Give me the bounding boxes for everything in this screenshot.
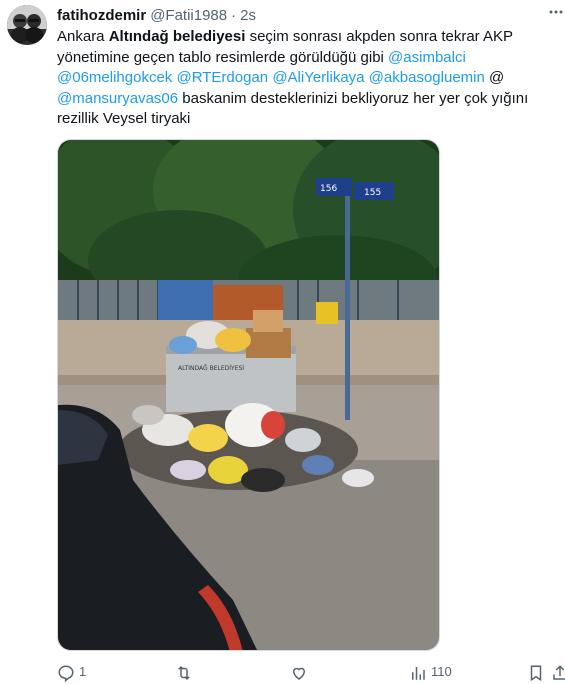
views-chart-icon (412, 667, 425, 680)
tweet-image[interactable]: 156 155 ALTINDAĞ BELEDİYESİ (57, 139, 440, 651)
retweet-button[interactable] (175, 664, 197, 682)
garbage-street-photo: 156 155 ALTINDAĞ BELEDİYESİ (58, 140, 439, 650)
mention-rterdogan[interactable]: @RTErdogan (176, 69, 268, 86)
separator-dot: · (231, 6, 237, 24)
reply-button[interactable]: 1 (57, 664, 86, 682)
text-segment: baskanim desteklerinizi bekliyoruz her y… (178, 89, 529, 107)
tweet-header: fatihozdemir @Fatii1988 · 2s (57, 5, 525, 25)
heart-icon (292, 667, 306, 680)
views-count: 110 (431, 664, 452, 679)
share-button[interactable] (551, 664, 565, 682)
mention-06melihgokcek[interactable]: @06melihgokcek (57, 69, 172, 86)
share-icon (553, 665, 565, 680)
text-segment: rezillik Veysel tiryaki (57, 110, 191, 128)
tweet-text: Ankara Altındağ belediyesi seçim sonrası… (57, 27, 557, 130)
mention-asimbalci[interactable]: @asimbalci (388, 49, 466, 66)
mention-akbasogluemin[interactable]: @akbasogluemin (369, 69, 485, 86)
bold-text: Altındağ belediyesi (108, 28, 246, 45)
container-label: ALTINDAĞ BELEDİYESİ (178, 365, 244, 372)
timestamp[interactable]: 2s (240, 7, 256, 24)
bookmark-icon (530, 665, 542, 682)
user-handle[interactable]: @Fatii1988 (150, 7, 227, 24)
bookmark-button[interactable] (527, 664, 545, 682)
text-segment: seçim sonrası akpden sonra tekrar AKP (245, 28, 514, 45)
mention-mansuryavas06[interactable]: @mansuryavas06 (57, 90, 178, 107)
like-button[interactable] (290, 664, 312, 682)
text-segment: Ankara (57, 28, 109, 45)
views-button[interactable]: 110 (409, 664, 452, 682)
mention-aliyerlikaya[interactable]: @AliYerlikaya (272, 69, 364, 86)
reply-count: 1 (79, 664, 87, 679)
reply-icon (58, 665, 74, 682)
avatar[interactable] (7, 5, 47, 45)
more-dots-icon[interactable] (548, 6, 564, 22)
street-sign-left: 156 (320, 184, 337, 194)
text-segment: @ (484, 69, 505, 87)
retweet-icon (178, 665, 190, 681)
display-name[interactable]: fatihozdemir (57, 7, 146, 24)
street-sign-right: 155 (364, 188, 381, 198)
avatar-photo (7, 5, 47, 45)
action-bar: 1 110 (57, 664, 565, 684)
text-segment: yönetimine geçen tablo resimlerde görüld… (57, 48, 389, 66)
